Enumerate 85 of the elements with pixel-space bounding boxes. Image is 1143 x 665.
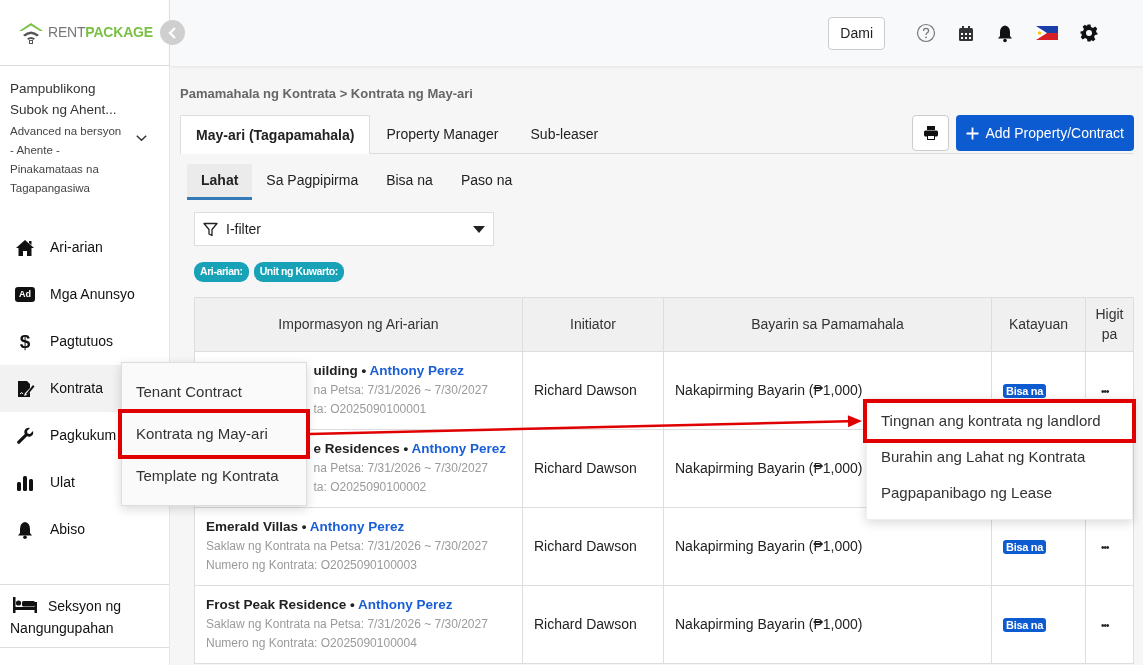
dollar-icon: $ bbox=[15, 331, 35, 352]
sidebar-item[interactable]: Ad Mga Anunsyo bbox=[0, 271, 169, 318]
column-header: Impormasyon ng Ari-arian bbox=[194, 297, 523, 352]
contract-number: Numero ng Kontrata: O2025090100004 bbox=[206, 635, 418, 653]
contract-number: Numero ng Kontrata: O2025090100003 bbox=[206, 557, 418, 575]
agent-link[interactable]: Anthony Perez bbox=[411, 441, 507, 457]
more-button[interactable]: ••• bbox=[1101, 617, 1109, 633]
subtab[interactable]: Lahat bbox=[187, 164, 253, 200]
table-cell: Nakapirming Bayarin (₱1,000) bbox=[675, 615, 863, 632]
logo-text: RENT bbox=[48, 23, 86, 42]
table-cell: Richard Dawson bbox=[534, 459, 637, 476]
account-plan: Advanced na bersyon - Ahente - Pinakamataas na Tagapangasiwa bbox=[10, 124, 123, 196]
property-title: uilding • Anthony Perez bbox=[313, 362, 465, 381]
table-cell: Nakapirming Bayarin (₱1,000) bbox=[675, 381, 863, 398]
table-cell: Richard Dawson bbox=[534, 381, 637, 398]
contract-pen-icon bbox=[15, 378, 35, 399]
subtab[interactable]: Paso na bbox=[446, 164, 527, 200]
calendar-icon[interactable] bbox=[958, 24, 974, 42]
flag-icon[interactable] bbox=[1036, 26, 1058, 40]
settings-icon[interactable] bbox=[1080, 24, 1098, 42]
sidebar-footer-link[interactable]: Seksyon ng Nangungupahan bbox=[10, 595, 159, 639]
chevron-down-icon[interactable] bbox=[136, 133, 147, 143]
menu-item[interactable]: Pagpapanibago ng Lease bbox=[867, 475, 1132, 511]
tab[interactable]: May-ari (Tagapamahala) bbox=[180, 115, 371, 154]
breadcrumb: Pamamahala ng Kontrata > Kontrata ng May-ari bbox=[180, 85, 474, 102]
caret-icon bbox=[473, 225, 485, 233]
logo-text: PACKAGE bbox=[85, 23, 153, 42]
contract-number: ta: O2025090100001 bbox=[313, 401, 428, 419]
filter-icon bbox=[203, 221, 218, 237]
table-cell: Nakapirming Bayarin (₱1,000) bbox=[675, 459, 863, 476]
help-icon[interactable] bbox=[916, 23, 936, 43]
more-button[interactable]: ••• bbox=[1101, 383, 1109, 399]
contract-dates: Saklaw ng Kontrata na Petsa: 7/31/2026 ~ 7/30/2027 bbox=[206, 616, 489, 634]
logo-icon bbox=[18, 21, 44, 44]
sidebar-label: Ulat bbox=[50, 473, 75, 492]
subtab[interactable]: Bisa na bbox=[372, 164, 447, 200]
menu-item[interactable]: Burahin ang Lahat ng Kontrata bbox=[867, 439, 1132, 475]
contract-dates: Saklaw ng Kontrata na Petsa: 7/31/2026 ~ 7/30/2027 bbox=[206, 538, 489, 556]
sidebar-label: Kontrata bbox=[50, 379, 103, 398]
tab[interactable]: Property Manager bbox=[370, 115, 515, 153]
user-button[interactable]: Dami bbox=[828, 16, 885, 50]
print-button[interactable] bbox=[912, 115, 950, 151]
status-badge: Bisa na bbox=[1003, 383, 1047, 398]
table-cell: Nakapirming Bayarin (₱1,000) bbox=[675, 537, 863, 554]
wrench-icon bbox=[15, 425, 35, 446]
plus-icon bbox=[966, 126, 980, 140]
agent-link[interactable]: Anthony Perez bbox=[358, 597, 453, 613]
agent-link[interactable]: Anthony Perez bbox=[369, 363, 464, 379]
column-header: Initiator bbox=[522, 297, 664, 352]
contract-dates: na Petsa: 7/31/2026 ~ 7/30/2027 bbox=[313, 382, 489, 400]
sidebar-label: Mga Anunsyo bbox=[50, 285, 135, 304]
menu-item[interactable]: Template ng Kontrata bbox=[122, 455, 306, 497]
column-header: Katayuan bbox=[991, 297, 1086, 352]
more-button[interactable]: ••• bbox=[1101, 539, 1109, 555]
property-title: Emerald Villas • Anthony Perez bbox=[206, 518, 406, 537]
column-header: Bayarin sa Pamamahala bbox=[663, 297, 992, 352]
sidebar-item[interactable]: $ Pagtutuos bbox=[0, 318, 169, 365]
tab[interactable]: Sub-leaser bbox=[514, 115, 615, 153]
subtab[interactable]: Sa Pagpipirma bbox=[252, 164, 373, 200]
sidebar-item[interactable]: Ari-arian bbox=[0, 224, 169, 271]
column-header: Higit pa bbox=[1085, 297, 1134, 352]
sidebar-label: Ari-arian bbox=[50, 238, 103, 257]
account-name: Pampublikong Subok ng Ahent... bbox=[10, 80, 118, 119]
chevron-left-icon bbox=[168, 26, 177, 39]
filter-dropdown[interactable]: I-filter bbox=[194, 212, 494, 246]
printer-icon bbox=[923, 125, 939, 141]
bell-icon[interactable] bbox=[996, 23, 1014, 43]
sidebar-label: Pagkukum bbox=[50, 426, 117, 445]
contract-dates: na Petsa: 7/31/2026 ~ 7/30/2027 bbox=[313, 460, 489, 478]
ad-icon: Ad bbox=[15, 287, 35, 302]
add-property-button[interactable]: Add Property/Contract bbox=[956, 115, 1134, 151]
table-cell: Richard Dawson bbox=[534, 537, 637, 554]
property-title: e Residences • Anthony Perez bbox=[313, 440, 508, 459]
contract-number: ta: O2025090100002 bbox=[313, 479, 428, 497]
agent-link[interactable]: Anthony Perez bbox=[309, 519, 405, 535]
bed-icon bbox=[12, 596, 38, 614]
status-badge: Bisa na bbox=[1003, 539, 1047, 554]
property-title: Frost Peak Residence • Anthony Perez bbox=[206, 596, 454, 615]
table-cell: Richard Dawson bbox=[534, 615, 637, 632]
sidebar-label: Abiso bbox=[50, 520, 86, 539]
bell-icon bbox=[15, 519, 35, 540]
sidebar-item[interactable]: Abiso bbox=[0, 506, 169, 553]
status-badge: Bisa na bbox=[1003, 617, 1047, 632]
sidebar-label: Pagtutuos bbox=[50, 332, 114, 351]
house-icon bbox=[15, 237, 35, 258]
